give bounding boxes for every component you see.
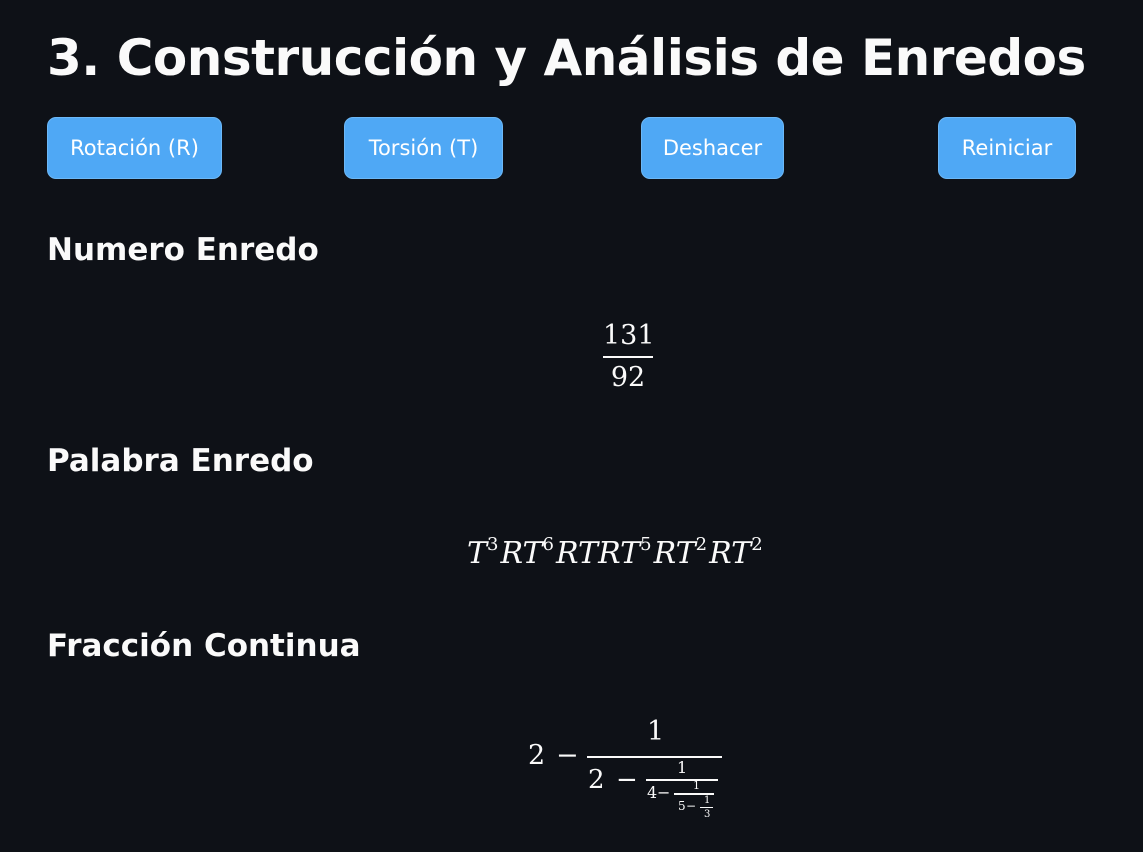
page-title: 3. Construcción y Análisis de Enredos xyxy=(47,29,1086,87)
cf-numerator: 1 xyxy=(693,779,700,792)
word-term-base: RT xyxy=(653,536,696,571)
cf-bar xyxy=(700,807,713,809)
word-term-exponent: 3 xyxy=(487,534,499,555)
fraction-bar xyxy=(603,356,653,358)
continued-fraction-heading: Fracción Continua xyxy=(47,628,361,664)
continued-fraction: 2 − 1 2 − 1 4 − 1 5 − 1 3 xyxy=(528,712,728,827)
cf-minus: − xyxy=(657,783,671,802)
tangle-number-fraction: 131 92 xyxy=(603,318,655,396)
word-term-base: RT xyxy=(500,536,543,571)
undo-button[interactable]: Deshacer xyxy=(641,117,784,179)
cf-numerator: 1 xyxy=(647,716,665,747)
tangle-number-numerator: 131 xyxy=(603,320,655,351)
tangle-word-heading: Palabra Enredo xyxy=(47,443,314,479)
word-term-base: T xyxy=(467,536,488,571)
word-term-exponent: 2 xyxy=(751,534,763,555)
rotation-button[interactable]: Rotación (R) xyxy=(47,117,222,179)
cf-whole: 2 xyxy=(588,765,605,795)
cf-minus: − xyxy=(686,799,697,813)
cf-minus: − xyxy=(556,740,579,771)
cf-bar xyxy=(646,779,718,781)
cf-numerator: 1 xyxy=(677,758,688,777)
cf-numerator: 1 xyxy=(704,795,711,806)
cf-bar xyxy=(587,756,722,758)
word-term-base: RT xyxy=(709,536,752,571)
cf-denominator: 3 xyxy=(704,809,711,820)
cf-minus: − xyxy=(616,765,638,795)
cf-whole: 4 xyxy=(647,783,658,802)
reset-button[interactable]: Reiniciar xyxy=(938,117,1076,179)
cf-whole: 2 xyxy=(528,740,546,771)
tangle-number-denominator: 92 xyxy=(610,362,646,393)
word-term-exponent: 5 xyxy=(640,534,652,555)
cf-whole: 5 xyxy=(678,799,686,813)
tangle-word: T3RT6RTRT5RT2RT2 xyxy=(467,532,765,576)
word-term-exponent: 2 xyxy=(695,534,708,555)
word-term-exponent: 6 xyxy=(542,534,554,555)
torsion-button[interactable]: Torsión (T) xyxy=(344,117,503,179)
word-term-base: RTRT xyxy=(556,536,641,571)
tangle-number-heading: Numero Enredo xyxy=(47,232,319,268)
